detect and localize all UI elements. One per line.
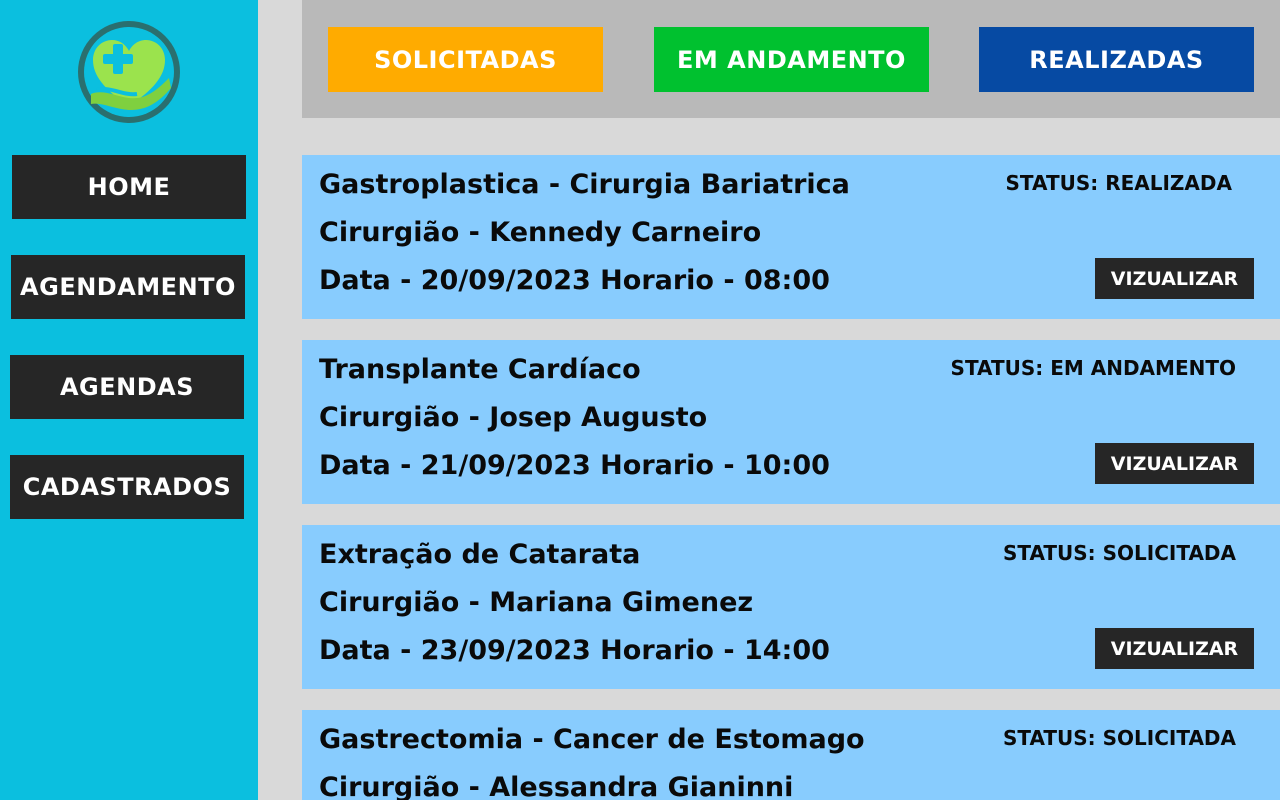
procedure-title: Transplante Cardíaco [319, 354, 641, 385]
status-badge: STATUS: SOLICITADA [1002, 541, 1236, 565]
view-button[interactable]: VIZUALIZAR [1095, 258, 1254, 299]
surgery-card: Extração de Catarata Cirurgião - Mariana… [302, 525, 1280, 689]
surgeon-name: Cirurgião - Mariana Gimenez [319, 587, 754, 618]
surgeon-name: Cirurgião - Kennedy Carneiro [319, 217, 762, 248]
schedule-info: Data - 21/09/2023 Horario - 10:00 [319, 450, 830, 481]
status-badge: STATUS: SOLICITADA [1002, 726, 1236, 750]
filter-solicitadas-button[interactable]: SOLICITADAS [328, 27, 603, 92]
surgeon-name: Cirurgião - Josep Augusto [319, 402, 708, 433]
schedule-info: Data - 20/09/2023 Horario - 08:00 [319, 265, 830, 296]
sidebar-item-agendamento[interactable]: AGENDAMENTO [11, 255, 245, 319]
procedure-title: Gastrectomia - Cancer de Estomago [319, 724, 865, 755]
status-badge: STATUS: EM ANDAMENTO [950, 356, 1236, 380]
status-badge: STATUS: REALIZADA [1005, 171, 1232, 195]
filter-realizadas-button[interactable]: REALIZADAS [979, 27, 1254, 92]
surgeon-name: Cirurgião - Alessandra Gianinni [319, 772, 794, 800]
surgery-card: Transplante Cardíaco Cirurgião - Josep A… [302, 340, 1280, 504]
view-button[interactable]: VIZUALIZAR [1095, 628, 1254, 669]
surgery-card: Gastrectomia - Cancer de Estomago Cirurg… [302, 710, 1280, 800]
procedure-title: Gastroplastica - Cirurgia Bariatrica [319, 169, 850, 200]
filter-bar: SOLICITADAS EM ANDAMENTO REALIZADAS [302, 0, 1280, 118]
view-button[interactable]: VIZUALIZAR [1095, 443, 1254, 484]
app-logo-icon [75, 18, 183, 126]
sidebar-item-home[interactable]: HOME [12, 155, 246, 219]
sidebar-item-agendas[interactable]: AGENDAS [10, 355, 244, 419]
schedule-info: Data - 23/09/2023 Horario - 14:00 [319, 635, 830, 666]
sidebar-gutter [258, 0, 302, 800]
surgery-card: Gastroplastica - Cirurgia Bariatrica Cir… [302, 155, 1280, 319]
sidebar: HOME AGENDAMENTO AGENDAS CADASTRADOS [0, 0, 258, 800]
procedure-title: Extração de Catarata [319, 539, 641, 570]
sidebar-item-cadastrados[interactable]: CADASTRADOS [10, 455, 244, 519]
filter-em-andamento-button[interactable]: EM ANDAMENTO [654, 27, 929, 92]
